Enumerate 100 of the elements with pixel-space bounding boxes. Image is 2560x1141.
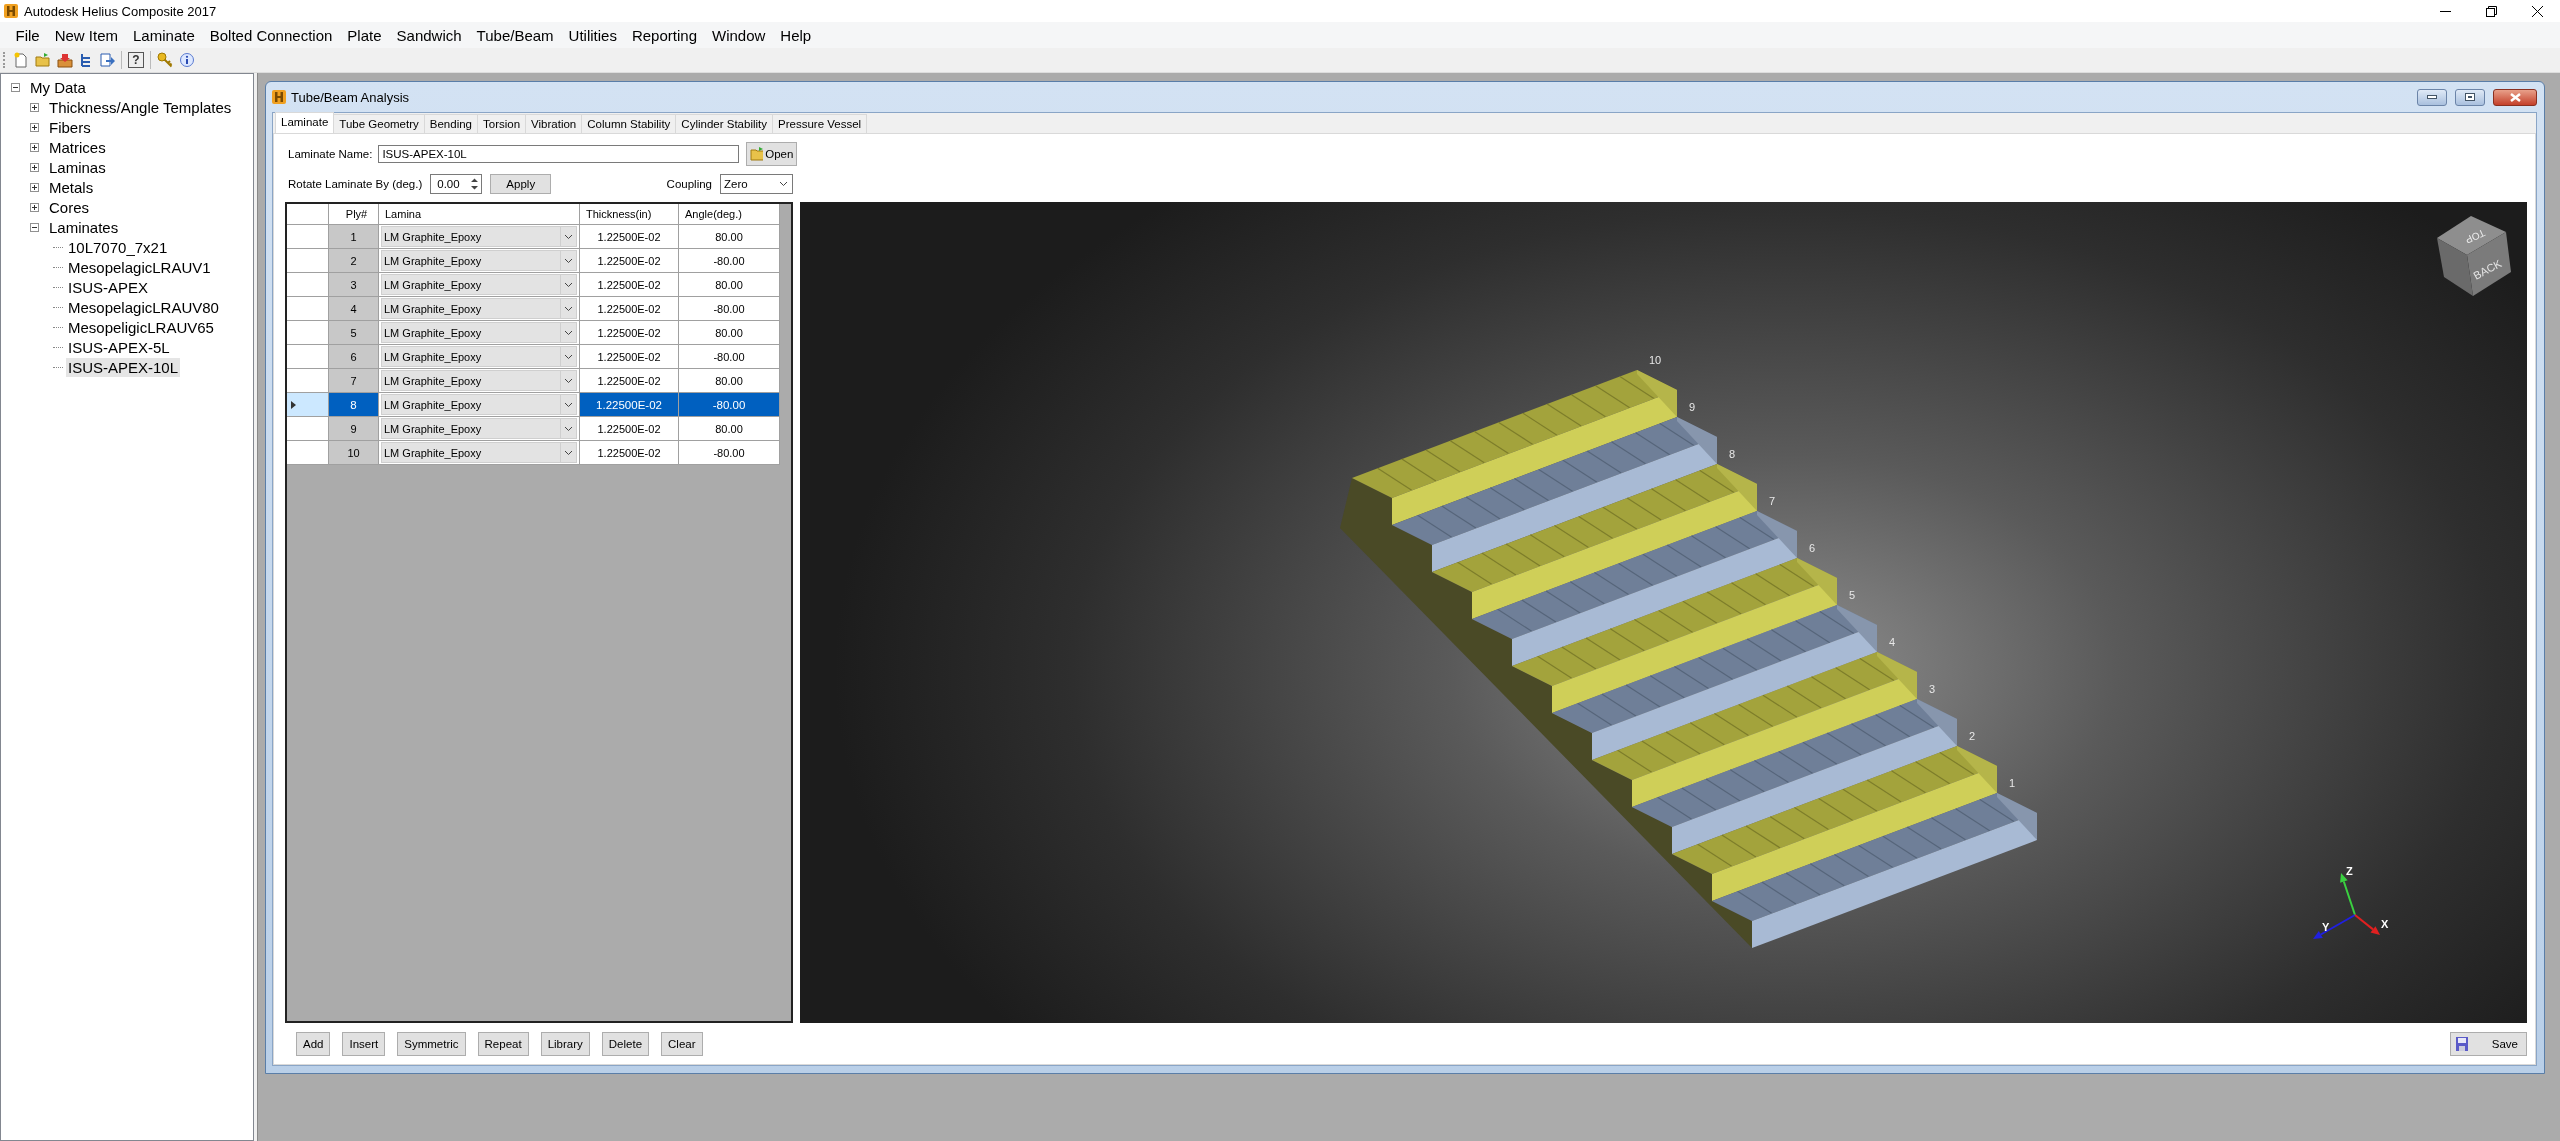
- menu-item[interactable]: File: [8, 23, 48, 47]
- lamina-dropdown[interactable]: LM Graphite_Epoxy: [381, 322, 577, 343]
- tree-item[interactable]: Laminates: [47, 217, 121, 237]
- ply-number-label: 9: [1689, 401, 1696, 413]
- table-cell: 1: [329, 225, 379, 249]
- toolbar-button[interactable]: Insert: [342, 1032, 386, 1056]
- toolbar-button[interactable]: Clear: [661, 1032, 703, 1056]
- table-cell: 1.22500E-02: [580, 345, 679, 369]
- column-header: Lamina: [379, 204, 580, 225]
- table-cell: 10: [329, 441, 379, 465]
- field-label: Rotate Laminate By (deg.): [288, 178, 423, 190]
- axis-label: Z: [2346, 865, 2353, 877]
- save-button[interactable]: Save: [2450, 1032, 2527, 1056]
- lamina-dropdown[interactable]: LM Graphite_Epoxy: [381, 418, 577, 439]
- tree-item[interactable]: ISUS-APEX-5L: [66, 337, 172, 357]
- ply-number-label: 10: [1649, 354, 1662, 366]
- table-cell: -80.00: [679, 297, 780, 321]
- menu-item[interactable]: Utilities: [561, 23, 625, 47]
- axis-label: Y: [2322, 921, 2330, 933]
- toolbar-button[interactable]: Delete: [601, 1032, 650, 1056]
- tree-item[interactable]: MesopelagicLRAUV1: [66, 257, 213, 277]
- lamina-dropdown[interactable]: LM Graphite_Epoxy: [381, 250, 577, 271]
- menu-item[interactable]: Plate: [339, 23, 390, 47]
- column-header: Thickness(in): [580, 204, 679, 225]
- tree-item[interactable]: Cores: [47, 197, 91, 217]
- ply-number-label: 6: [1809, 542, 1816, 554]
- ply-number-label: 3: [1929, 683, 1936, 695]
- axis-label: X: [2381, 918, 2389, 930]
- tab[interactable]: Tube Geometry: [333, 114, 425, 133]
- menu-item[interactable]: Window: [704, 23, 773, 47]
- tree-item[interactable]: MesopeligicLRAUV65: [66, 317, 216, 337]
- window-title: Autodesk Helius Composite 2017: [24, 3, 218, 19]
- laminate-name-field[interactable]: ISUS-APEX-10L: [378, 145, 740, 163]
- table-cell: 1.22500E-02: [580, 249, 679, 273]
- table-cell: 1.22500E-02: [580, 225, 679, 249]
- tree-item[interactable]: My Data: [28, 77, 88, 97]
- column-header: Ply#: [329, 204, 379, 225]
- table-cell: 80.00: [679, 273, 780, 297]
- table-cell: 8: [329, 393, 379, 417]
- ply-number-label: 7: [1769, 495, 1776, 507]
- toolbar-button[interactable]: Library: [540, 1032, 590, 1056]
- menu-item[interactable]: Laminate: [125, 23, 203, 47]
- tab[interactable]: Column Stability: [581, 114, 677, 133]
- tree-item[interactable]: Fibers: [47, 117, 93, 137]
- tree-item[interactable]: Metals: [47, 177, 96, 197]
- tree-item[interactable]: Thickness/Angle Templates: [47, 97, 234, 117]
- field-label: Coupling: [666, 178, 712, 190]
- table-cell: 80.00: [679, 417, 780, 441]
- rotate-angle-field[interactable]: 0.00: [430, 174, 483, 194]
- tab[interactable]: Bending: [423, 114, 478, 133]
- menu-item[interactable]: Sandwich: [389, 23, 470, 47]
- table-cell: 3: [329, 273, 379, 297]
- coupling-dropdown[interactable]: Zero: [720, 174, 793, 194]
- toolbar-button[interactable]: Symmetric: [397, 1032, 466, 1056]
- ply-number-label: 2: [1969, 730, 1976, 742]
- lamina-dropdown[interactable]: LM Graphite_Epoxy: [381, 274, 577, 295]
- tab[interactable]: Pressure Vessel: [772, 114, 868, 133]
- help-button[interactable]: ?: [128, 52, 144, 68]
- tree-item[interactable]: ISUS-APEX: [66, 277, 151, 297]
- menu-item[interactable]: Reporting: [624, 23, 705, 47]
- lamina-dropdown[interactable]: LM Graphite_Epoxy: [381, 298, 577, 319]
- toolbar-button[interactable]: Repeat: [477, 1032, 529, 1056]
- table-cell: 1.22500E-02: [580, 321, 679, 345]
- apply-button[interactable]: Apply: [490, 174, 552, 194]
- table-cell: 1.22500E-02: [580, 369, 679, 393]
- menu-item[interactable]: Bolted Connection: [202, 23, 340, 47]
- table-cell: -80.00: [679, 393, 780, 417]
- lamina-dropdown[interactable]: LM Graphite_Epoxy: [381, 442, 577, 463]
- menu-item[interactable]: New Item: [47, 23, 126, 47]
- table-cell: 2: [329, 249, 379, 273]
- toolbar-button[interactable]: Add: [296, 1032, 331, 1056]
- table-cell: -80.00: [679, 441, 780, 465]
- lamina-dropdown[interactable]: LM Graphite_Epoxy: [381, 346, 577, 367]
- tab[interactable]: Cylinder Stability: [675, 114, 773, 133]
- table-cell: 7: [329, 369, 379, 393]
- lamina-dropdown[interactable]: LM Graphite_Epoxy: [381, 394, 577, 415]
- table-cell: 5: [329, 321, 379, 345]
- table-cell: -80.00: [679, 345, 780, 369]
- table-cell: -80.00: [679, 249, 780, 273]
- tree-item[interactable]: 10L7070_7x21: [66, 237, 170, 257]
- table-cell: 1.22500E-02: [580, 273, 679, 297]
- table-cell: 1.22500E-02: [580, 297, 679, 321]
- ply-number-label: 8: [1729, 448, 1736, 460]
- tree-item[interactable]: MesopelagicLRAUV80: [66, 297, 221, 317]
- ply-number-label: 4: [1889, 636, 1896, 648]
- lamina-dropdown[interactable]: LM Graphite_Epoxy: [381, 370, 577, 391]
- menu-item[interactable]: Help: [772, 23, 819, 47]
- tree-item[interactable]: Matrices: [47, 137, 108, 157]
- lamina-dropdown[interactable]: LM Graphite_Epoxy: [381, 226, 577, 247]
- tab[interactable]: Laminate: [275, 112, 335, 133]
- tree-item[interactable]: Laminas: [47, 157, 108, 177]
- table-cell: 6: [329, 345, 379, 369]
- table-cell: 4: [329, 297, 379, 321]
- field-label: Laminate Name:: [288, 148, 373, 160]
- ply-number-label: 5: [1849, 589, 1856, 601]
- menu-item[interactable]: Tube/Beam: [469, 23, 562, 47]
- tree-item[interactable]: ISUS-APEX-10L: [66, 357, 181, 377]
- table-cell: 1.22500E-02: [580, 441, 679, 465]
- open-button[interactable]: Open: [746, 142, 798, 166]
- window-title: Tube/Beam Analysis: [291, 89, 411, 105]
